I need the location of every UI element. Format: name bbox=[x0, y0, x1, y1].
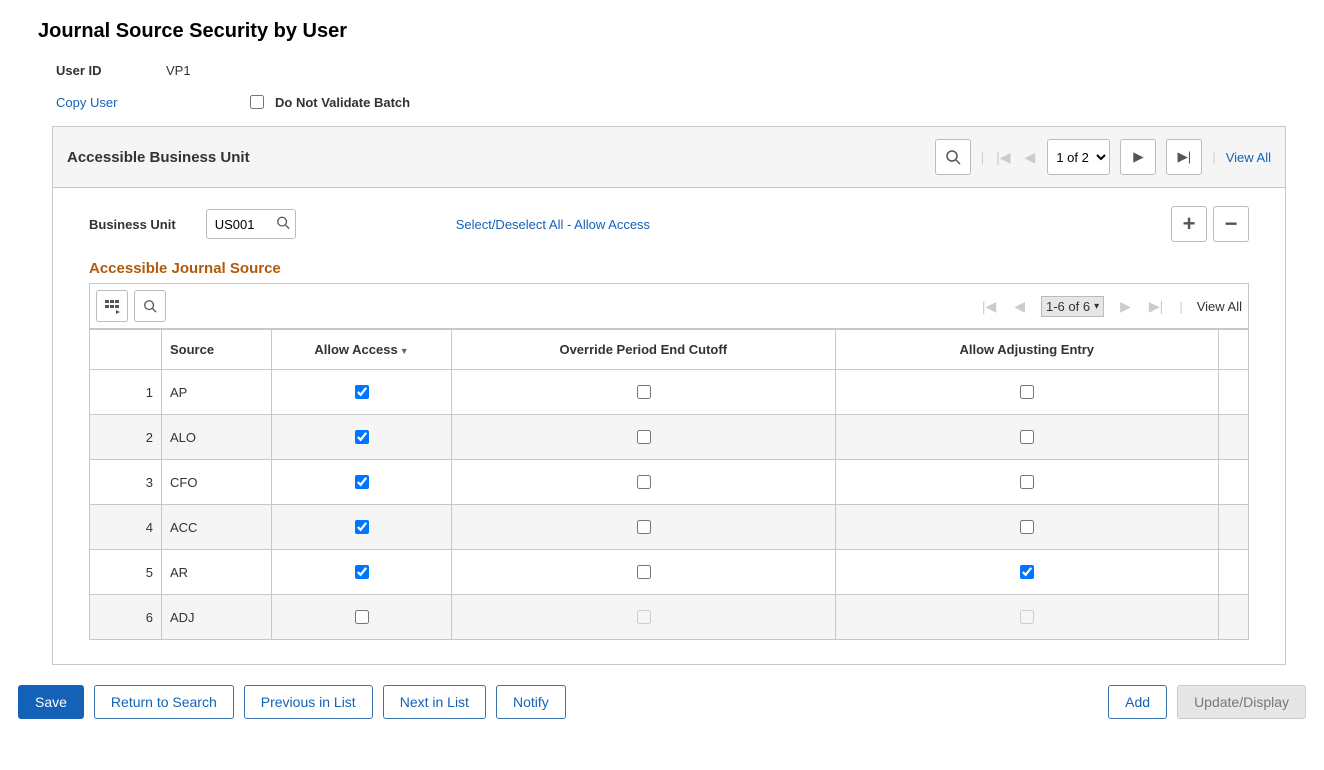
row-source: AP bbox=[162, 370, 272, 415]
do-not-validate-label: Do Not Validate Batch bbox=[275, 95, 410, 110]
adjusting-checkbox[interactable] bbox=[1020, 385, 1034, 399]
table-row: 2ALO bbox=[90, 415, 1249, 460]
row-number: 1 bbox=[90, 370, 162, 415]
override-checkbox[interactable] bbox=[637, 475, 651, 489]
save-button[interactable]: Save bbox=[18, 685, 84, 719]
grid-view-all-link[interactable]: View All bbox=[1197, 299, 1242, 314]
journal-source-table: Source Allow Access▼ Override Period End… bbox=[89, 329, 1249, 640]
return-to-search-button[interactable]: Return to Search bbox=[94, 685, 234, 719]
adjusting-checkbox[interactable] bbox=[1020, 430, 1034, 444]
override-checkbox bbox=[637, 610, 651, 624]
update-display-button[interactable]: Update/Display bbox=[1177, 685, 1306, 719]
panel-view-all-link[interactable]: View All bbox=[1226, 150, 1271, 165]
next-in-list-button[interactable]: Next in List bbox=[383, 685, 486, 719]
table-row: 3CFO bbox=[90, 460, 1249, 505]
col-trailing bbox=[1219, 330, 1249, 370]
row-trailing bbox=[1219, 505, 1249, 550]
table-row: 4ACC bbox=[90, 505, 1249, 550]
allow-access-checkbox[interactable] bbox=[355, 430, 369, 444]
grid-pager[interactable]: 1-6 of 6 ▾ bbox=[1041, 296, 1104, 317]
override-checkbox[interactable] bbox=[637, 520, 651, 534]
next-page-button[interactable]: ▶ bbox=[1120, 139, 1156, 175]
remove-row-button[interactable]: − bbox=[1213, 206, 1249, 242]
override-checkbox[interactable] bbox=[637, 385, 651, 399]
user-id-label: User ID bbox=[56, 63, 166, 78]
col-allow-access[interactable]: Allow Access▼ bbox=[272, 330, 452, 370]
select-all-link[interactable]: Select/Deselect All - Allow Access bbox=[456, 217, 650, 232]
row-trailing bbox=[1219, 550, 1249, 595]
row-trailing bbox=[1219, 415, 1249, 460]
grid-prev-icon[interactable]: ◀ bbox=[1012, 298, 1027, 315]
row-source: ACC bbox=[162, 505, 272, 550]
separator-icon: | bbox=[1212, 150, 1215, 165]
row-source: AR bbox=[162, 550, 272, 595]
allow-access-checkbox[interactable] bbox=[355, 385, 369, 399]
row-number: 6 bbox=[90, 595, 162, 640]
allow-access-checkbox[interactable] bbox=[355, 475, 369, 489]
grid-pager-text: 1-6 of 6 bbox=[1046, 299, 1090, 314]
sort-desc-icon: ▼ bbox=[400, 346, 409, 356]
user-id-value: VP1 bbox=[166, 63, 191, 78]
col-override[interactable]: Override Period End Cutoff bbox=[452, 330, 836, 370]
chevron-down-icon: ▾ bbox=[1094, 301, 1099, 312]
adjusting-checkbox[interactable] bbox=[1020, 565, 1034, 579]
adjusting-checkbox[interactable] bbox=[1020, 475, 1034, 489]
lookup-icon[interactable] bbox=[276, 216, 290, 233]
adjusting-checkbox bbox=[1020, 610, 1034, 624]
add-row-button[interactable]: + bbox=[1171, 206, 1207, 242]
do-not-validate-checkbox[interactable] bbox=[250, 95, 264, 109]
row-number: 5 bbox=[90, 550, 162, 595]
panel-search-button[interactable] bbox=[935, 139, 971, 175]
prev-page-icon[interactable]: ◀ bbox=[1023, 149, 1038, 166]
previous-in-list-button[interactable]: Previous in List bbox=[244, 685, 373, 719]
page-title: Journal Source Security by User bbox=[38, 20, 1314, 43]
override-checkbox[interactable] bbox=[637, 430, 651, 444]
business-unit-label: Business Unit bbox=[89, 217, 176, 232]
allow-access-checkbox[interactable] bbox=[355, 610, 369, 624]
add-button[interactable]: Add bbox=[1108, 685, 1167, 719]
notify-button[interactable]: Notify bbox=[496, 685, 566, 719]
grid-section-title: Accessible Journal Source bbox=[89, 260, 1249, 277]
grid-first-icon[interactable]: |◀ bbox=[980, 298, 998, 315]
col-source[interactable]: Source bbox=[162, 330, 272, 370]
grid-icon bbox=[104, 298, 120, 314]
row-number: 3 bbox=[90, 460, 162, 505]
row-trailing bbox=[1219, 595, 1249, 640]
table-row: 6ADJ bbox=[90, 595, 1249, 640]
panel-pager-select[interactable]: 1 of 2 bbox=[1047, 139, 1110, 175]
row-source: ADJ bbox=[162, 595, 272, 640]
search-icon bbox=[945, 149, 961, 165]
row-trailing bbox=[1219, 460, 1249, 505]
last-page-button[interactable]: ▶| bbox=[1166, 139, 1202, 175]
table-row: 5AR bbox=[90, 550, 1249, 595]
col-adjusting[interactable]: Allow Adjusting Entry bbox=[835, 330, 1219, 370]
first-page-icon[interactable]: |◀ bbox=[994, 149, 1012, 166]
search-icon bbox=[143, 299, 157, 313]
adjusting-checkbox[interactable] bbox=[1020, 520, 1034, 534]
col-blank bbox=[90, 330, 162, 370]
row-source: CFO bbox=[162, 460, 272, 505]
grid-search-button[interactable] bbox=[134, 290, 166, 322]
separator-icon: | bbox=[1179, 299, 1182, 314]
row-trailing bbox=[1219, 370, 1249, 415]
grid-actions-button[interactable] bbox=[96, 290, 128, 322]
separator-icon: | bbox=[981, 150, 984, 165]
row-number: 4 bbox=[90, 505, 162, 550]
grid-last-icon[interactable]: ▶| bbox=[1147, 298, 1165, 315]
do-not-validate-row: Do Not Validate Batch bbox=[246, 92, 410, 112]
row-number: 2 bbox=[90, 415, 162, 460]
override-checkbox[interactable] bbox=[637, 565, 651, 579]
row-source: ALO bbox=[162, 415, 272, 460]
grid-next-icon[interactable]: ▶ bbox=[1118, 298, 1133, 315]
accessible-bu-panel: Accessible Business Unit | |◀ ◀ 1 of 2 ▶… bbox=[52, 126, 1286, 665]
allow-access-checkbox[interactable] bbox=[355, 565, 369, 579]
table-row: 1AP bbox=[90, 370, 1249, 415]
copy-user-link[interactable]: Copy User bbox=[56, 95, 166, 110]
allow-access-checkbox[interactable] bbox=[355, 520, 369, 534]
panel-title: Accessible Business Unit bbox=[67, 149, 250, 166]
